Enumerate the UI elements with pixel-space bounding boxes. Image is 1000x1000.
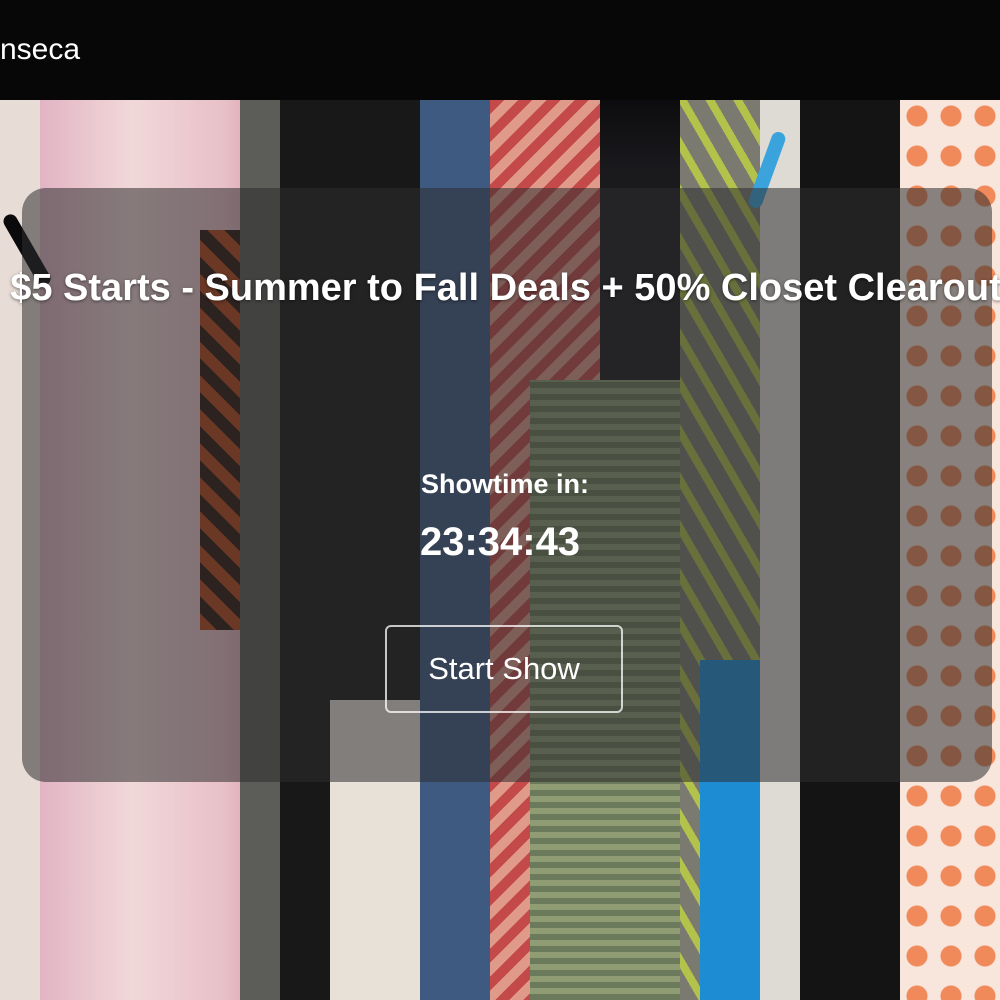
countdown-timer: 23:34:43 (419, 520, 581, 564)
start-show-button[interactable]: Start Show (385, 625, 623, 713)
countdown-label: Showtime in: (421, 469, 589, 499)
show-title: $5 Starts - Summer to Fall Deals + 50% C… (10, 267, 1000, 309)
show-info-content: $5 Starts - Summer to Fall Deals + 50% C… (0, 0, 1000, 1000)
